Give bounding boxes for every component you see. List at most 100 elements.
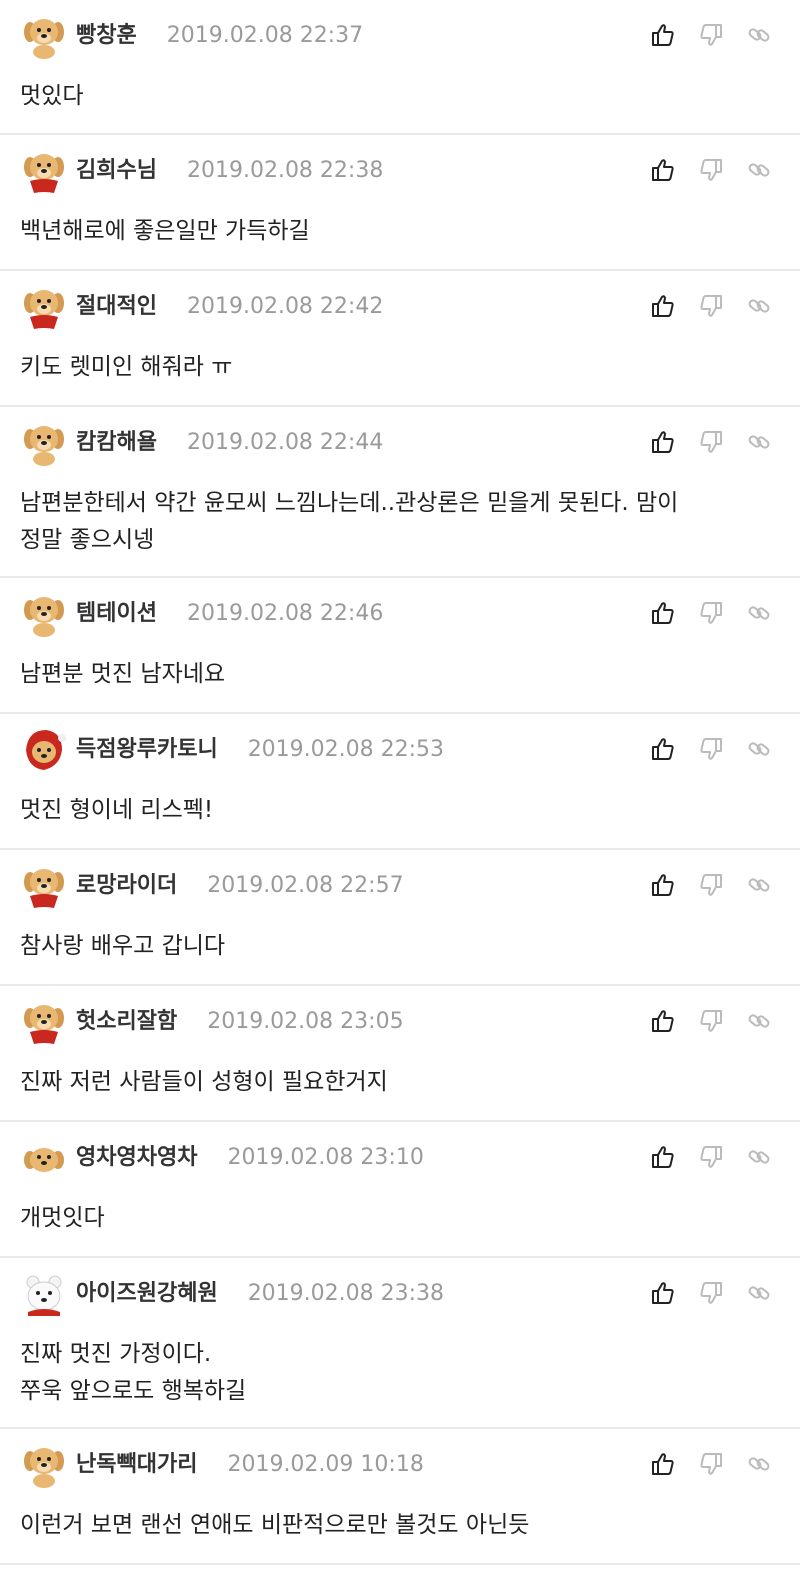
comment-nickname[interactable]: 절대적인	[76, 294, 157, 319]
share-link-button[interactable]	[742, 425, 776, 459]
like-button[interactable]	[646, 1004, 680, 1038]
comment-nickname[interactable]: 캄캄해욜	[76, 430, 157, 455]
dislike-button[interactable]	[694, 732, 728, 766]
dislike-button[interactable]	[694, 18, 728, 52]
like-button[interactable]	[646, 1447, 680, 1481]
comment-text: 키도 렛미인 해줘라 ㅠ	[20, 354, 233, 380]
comment-date: 2019.02.08 22:57	[207, 873, 404, 898]
puppy-avatar[interactable]	[20, 1441, 68, 1489]
comment-header: 템테이션 2019.02.08 22:46	[0, 578, 800, 648]
like-button[interactable]	[646, 1140, 680, 1174]
share-link-button[interactable]	[742, 868, 776, 902]
puppy-scarf-avatar[interactable]	[20, 998, 68, 1046]
comment-meta: 헛소리잘함 2019.02.08 23:05	[76, 1006, 404, 1038]
comment-item: 캄캄해욜 2019.02.08 22:44 남편분한테서 약간 윤모씨 느낌나는데…	[0, 407, 800, 578]
dislike-button[interactable]	[694, 289, 728, 323]
link-icon	[746, 157, 772, 183]
comment-item: 절대적인 2019.02.08 22:42 키도 렛미인 해줘라 ㅠ	[0, 271, 800, 407]
thumbs-down-icon	[698, 1451, 724, 1477]
dislike-button[interactable]	[694, 425, 728, 459]
comment-nickname[interactable]: 득점왕루카토니	[76, 737, 218, 762]
comment-item: 득점왕루카토니 2019.02.08 22:53 멋진 형이네 리스펙!	[0, 714, 800, 850]
share-link-button[interactable]	[742, 596, 776, 630]
thumbs-down-icon	[698, 1008, 724, 1034]
dislike-button[interactable]	[694, 596, 728, 630]
comment-nickname[interactable]: 로망라이더	[76, 873, 177, 898]
comment-header: 헛소리잘함 2019.02.08 23:05	[0, 986, 800, 1056]
dislike-button[interactable]	[694, 1447, 728, 1481]
comment-nickname[interactable]: 헛소리잘함	[76, 1009, 177, 1034]
comment-header: 아이즈원강혜원 2019.02.08 23:38	[0, 1258, 800, 1328]
puppy-hood-avatar[interactable]	[20, 726, 68, 774]
comment-item: 빵창훈 2019.02.08 22:37 멋있다	[0, 0, 800, 135]
comment-header: 영차영차영차 2019.02.08 23:10	[0, 1122, 800, 1192]
comment-item: 김희수님 2019.02.08 22:38 백년해로에 좋은일만 가득하길	[0, 135, 800, 271]
polar-bear-avatar[interactable]	[20, 1270, 68, 1318]
share-link-button[interactable]	[742, 153, 776, 187]
link-icon	[746, 1008, 772, 1034]
comment-item: 아이즈원강혜원 2019.02.08 23:38 진짜 멋진 가정이다. 쭈욱 앞…	[0, 1258, 800, 1429]
like-button[interactable]	[646, 289, 680, 323]
puppy-scarf-avatar[interactable]	[20, 862, 68, 910]
comment-header: 절대적인 2019.02.08 22:42	[0, 271, 800, 341]
share-link-button[interactable]	[742, 289, 776, 323]
comment-actions	[646, 1276, 776, 1310]
link-icon	[746, 293, 772, 319]
puppy-scarf-avatar[interactable]	[20, 147, 68, 195]
dislike-button[interactable]	[694, 1276, 728, 1310]
comment-nickname[interactable]: 영차영차영차	[76, 1145, 197, 1170]
puppy-scarf-avatar[interactable]	[20, 283, 68, 331]
comment-item: 헛소리잘함 2019.02.08 23:05 진짜 저런 사람들이 성형이 필요한…	[0, 986, 800, 1122]
thumbs-down-icon	[698, 22, 724, 48]
like-button[interactable]	[646, 732, 680, 766]
comment-actions	[646, 153, 776, 187]
comment-text: 진짜 저런 사람들이 성형이 필요한거지	[20, 1069, 388, 1095]
comment-item: 로망라이더 2019.02.08 22:57 참사랑 배우고 갑니다	[0, 850, 800, 986]
share-link-button[interactable]	[742, 1004, 776, 1038]
like-button[interactable]	[646, 1276, 680, 1310]
link-icon	[746, 429, 772, 455]
comment-actions	[646, 732, 776, 766]
comment-meta: 빵창훈 2019.02.08 22:37	[76, 20, 363, 52]
comment-meta: 득점왕루카토니 2019.02.08 22:53	[76, 734, 444, 766]
comment-nickname[interactable]: 템테이션	[76, 601, 157, 626]
comment-text: 진짜 멋진 가정이다. 쭈욱 앞으로도 행복하길	[20, 1341, 247, 1404]
thumbs-down-icon	[698, 293, 724, 319]
thumbs-down-icon	[698, 429, 724, 455]
comment-text: 참사랑 배우고 갑니다	[20, 933, 226, 959]
share-link-button[interactable]	[742, 732, 776, 766]
like-button[interactable]	[646, 596, 680, 630]
like-button[interactable]	[646, 868, 680, 902]
puppy-avatar[interactable]	[20, 12, 68, 60]
comment-item: 난독빽대가리 2019.02.09 10:18 이런거 보면 랜선 연애도 비판적…	[0, 1429, 800, 1565]
like-button[interactable]	[646, 153, 680, 187]
comment-date: 2019.02.08 22:37	[166, 23, 364, 48]
comment-actions	[646, 18, 776, 52]
share-link-button[interactable]	[742, 1140, 776, 1174]
share-link-button[interactable]	[742, 1276, 776, 1310]
comment-text: 멋진 형이네 리스펙!	[20, 797, 214, 823]
like-button[interactable]	[646, 425, 680, 459]
comment-nickname[interactable]: 난독빽대가리	[76, 1452, 197, 1477]
like-button[interactable]	[646, 18, 680, 52]
dislike-button[interactable]	[694, 1004, 728, 1038]
link-icon	[746, 1451, 772, 1477]
thumbs-up-icon	[650, 22, 676, 48]
share-link-button[interactable]	[742, 1447, 776, 1481]
comment-date: 2019.02.09 10:18	[227, 1452, 424, 1477]
puppy-avatar[interactable]	[20, 590, 68, 638]
puppy-avatar[interactable]	[20, 419, 68, 467]
comment-nickname[interactable]: 김희수님	[76, 158, 157, 183]
comment-nickname[interactable]: 아이즈원강혜원	[76, 1281, 218, 1306]
share-link-button[interactable]	[742, 18, 776, 52]
comment-date: 2019.02.08 23:10	[227, 1145, 424, 1170]
dislike-button[interactable]	[694, 1140, 728, 1174]
comment-actions	[646, 1004, 776, 1038]
dislike-button[interactable]	[694, 868, 728, 902]
thumbs-down-icon	[698, 872, 724, 898]
dislike-button[interactable]	[694, 153, 728, 187]
puppy-lying-avatar[interactable]	[20, 1134, 68, 1182]
comment-text: 이런거 보면 랜선 연애도 비판적으로만 볼것도 아닌듯	[20, 1512, 530, 1538]
comment-nickname[interactable]: 빵창훈	[76, 23, 137, 48]
comment-actions	[646, 596, 776, 630]
